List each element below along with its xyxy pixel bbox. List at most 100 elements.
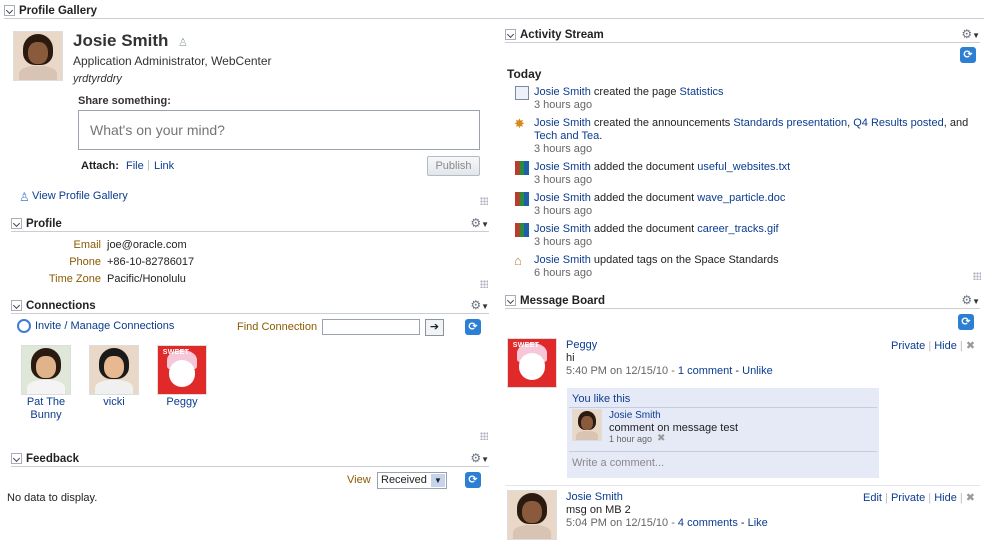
actor-link[interactable]: Josie Smith bbox=[534, 86, 591, 98]
invite-manage-connections-link[interactable]: Invite / Manage Connections bbox=[35, 320, 174, 332]
publish-button[interactable]: Publish bbox=[427, 156, 480, 176]
attach-file-link[interactable]: File bbox=[126, 160, 144, 172]
resize-grip-icon[interactable] bbox=[480, 280, 488, 288]
actor-link[interactable]: Josie Smith bbox=[534, 192, 591, 204]
phone-label: Phone bbox=[69, 256, 101, 268]
comment-divider bbox=[569, 451, 877, 452]
collapse-toggle-icon[interactable] bbox=[505, 29, 516, 40]
target-link[interactable]: Standards presentation bbox=[733, 117, 847, 129]
connection-avatar-vicki[interactable] bbox=[89, 345, 139, 395]
connection-name-pat[interactable]: Pat The Bunny bbox=[16, 396, 76, 422]
connection-avatar-peggy[interactable]: SWEET bbox=[157, 345, 207, 395]
share-input[interactable] bbox=[78, 110, 480, 150]
settings-gear-icon[interactable]: ⚙▼ bbox=[470, 451, 489, 465]
collapse-toggle-icon[interactable] bbox=[11, 218, 22, 229]
settings-gear-icon[interactable]: ⚙▼ bbox=[470, 216, 489, 230]
actor-link[interactable]: Josie Smith bbox=[534, 254, 591, 266]
comments-link[interactable]: 1 comment bbox=[678, 365, 732, 377]
collapse-toggle-icon[interactable] bbox=[505, 295, 516, 306]
collapse-toggle-icon[interactable] bbox=[11, 453, 22, 464]
target-link[interactable]: Tech and Tea bbox=[534, 130, 599, 142]
user-name: Josie Smith bbox=[73, 31, 169, 50]
actor-link[interactable]: Josie Smith bbox=[534, 161, 591, 173]
target-link[interactable]: useful_websites.txt bbox=[697, 161, 790, 173]
user-job-title: Application Administrator, WebCenter bbox=[73, 54, 272, 68]
document-icon bbox=[515, 223, 529, 237]
settings-gear-icon[interactable]: ⚙▼ bbox=[961, 27, 980, 41]
feedback-view-select[interactable]: Received ▼ bbox=[377, 472, 447, 489]
timezone-label: Time Zone bbox=[48, 273, 101, 285]
message-author-link[interactable]: Peggy bbox=[566, 339, 597, 351]
profile-section-header: Profile ⚙▼ bbox=[11, 216, 489, 232]
activity-stream-header: Activity Stream ⚙▼ bbox=[505, 27, 980, 43]
feedback-view-value: Received bbox=[381, 474, 427, 486]
target-link[interactable]: Q4 Results posted bbox=[853, 117, 944, 129]
collapse-toggle-icon[interactable] bbox=[4, 5, 15, 16]
resize-grip-icon[interactable] bbox=[480, 197, 488, 205]
unlike-link[interactable]: Unlike bbox=[742, 365, 773, 377]
timezone-value: Pacific/Honolulu bbox=[107, 273, 186, 285]
settings-gear-icon[interactable]: ⚙▼ bbox=[470, 298, 489, 312]
refresh-icon[interactable]: ⟳ bbox=[958, 314, 974, 330]
message-board-header: Message Board ⚙▼ bbox=[505, 293, 980, 309]
collapse-toggle-icon[interactable] bbox=[11, 300, 22, 311]
resize-grip-icon[interactable] bbox=[480, 432, 488, 440]
find-go-arrow-icon[interactable]: ➔ bbox=[425, 319, 444, 336]
delete-icon[interactable]: ✖ bbox=[966, 492, 975, 504]
message-board-title: Message Board bbox=[520, 294, 606, 307]
chevron-down-icon[interactable]: ▼ bbox=[431, 474, 445, 487]
comment-avatar[interactable] bbox=[572, 409, 602, 441]
connection-avatar-pat[interactable] bbox=[21, 345, 71, 395]
activity-item-3: Josie Smith added the document useful_we… bbox=[534, 161, 791, 173]
find-connection-input[interactable] bbox=[322, 319, 420, 335]
message-author-link[interactable]: Josie Smith bbox=[566, 491, 623, 503]
attach-link-link[interactable]: Link bbox=[154, 160, 174, 172]
settings-gear-icon[interactable]: ⚙▼ bbox=[961, 293, 980, 307]
hide-link[interactable]: Hide bbox=[934, 340, 957, 352]
private-link[interactable]: Private bbox=[891, 492, 925, 504]
profile-labels: Email Phone Time Zone bbox=[11, 237, 101, 288]
refresh-icon[interactable]: ⟳ bbox=[960, 47, 976, 63]
view-profile-gallery-link[interactable]: View Profile Gallery bbox=[32, 190, 128, 202]
user-status: yrdtyrddry bbox=[73, 73, 122, 85]
activity-item-4: Josie Smith added the document wave_part… bbox=[534, 192, 786, 204]
hide-link[interactable]: Hide bbox=[934, 492, 957, 504]
target-link[interactable]: Statistics bbox=[680, 86, 724, 98]
document-icon bbox=[515, 161, 529, 175]
announcement-icon: ✸ bbox=[514, 116, 525, 131]
activity-item-2: Josie Smith created the announcements St… bbox=[534, 117, 969, 129]
profile-gallery-header: Profile Gallery bbox=[4, 3, 984, 19]
feedback-title: Feedback bbox=[26, 452, 80, 465]
email-value: joe@oracle.com bbox=[107, 239, 187, 251]
you-like-this: You like this bbox=[572, 393, 631, 405]
tag-icon: ⌂ bbox=[514, 253, 522, 268]
private-link[interactable]: Private bbox=[891, 340, 925, 352]
comment-author-link[interactable]: Josie Smith bbox=[609, 410, 661, 421]
refresh-icon[interactable]: ⟳ bbox=[465, 319, 481, 335]
activity-time: 6 hours ago bbox=[534, 267, 593, 279]
message-body: msg on MB 2 bbox=[566, 504, 631, 516]
attach-separator: | bbox=[147, 159, 150, 171]
refresh-icon[interactable]: ⟳ bbox=[465, 472, 481, 488]
write-comment-input[interactable]: Write a comment... bbox=[572, 457, 664, 469]
like-link[interactable]: Like bbox=[748, 517, 768, 529]
actor-link[interactable]: Josie Smith bbox=[534, 223, 591, 235]
delete-icon[interactable]: ✖ bbox=[966, 340, 975, 352]
comment-body: comment on message test bbox=[609, 422, 739, 434]
today-heading: Today bbox=[507, 67, 542, 81]
connections-section-header: Connections ⚙▼ bbox=[11, 298, 489, 314]
target-link[interactable]: wave_particle.doc bbox=[697, 192, 785, 204]
comments-link[interactable]: 4 comments bbox=[678, 517, 738, 529]
message-actions: Private | Hide | ✖ bbox=[891, 340, 976, 352]
comment-time: 1 hour ago bbox=[609, 434, 653, 444]
message-avatar[interactable]: SWEET bbox=[507, 338, 557, 388]
resize-grip-icon[interactable] bbox=[973, 272, 981, 280]
message-avatar[interactable] bbox=[507, 490, 557, 540]
comment-delete-icon[interactable]: ✖ bbox=[657, 433, 665, 444]
connection-name-peggy[interactable]: Peggy bbox=[157, 396, 207, 408]
actor-link[interactable]: Josie Smith bbox=[534, 117, 591, 129]
profile-gallery-title: Profile Gallery bbox=[19, 4, 97, 17]
edit-link[interactable]: Edit bbox=[863, 492, 882, 504]
target-link[interactable]: career_tracks.gif bbox=[697, 223, 778, 235]
connection-name-vicki[interactable]: vicki bbox=[89, 396, 139, 408]
